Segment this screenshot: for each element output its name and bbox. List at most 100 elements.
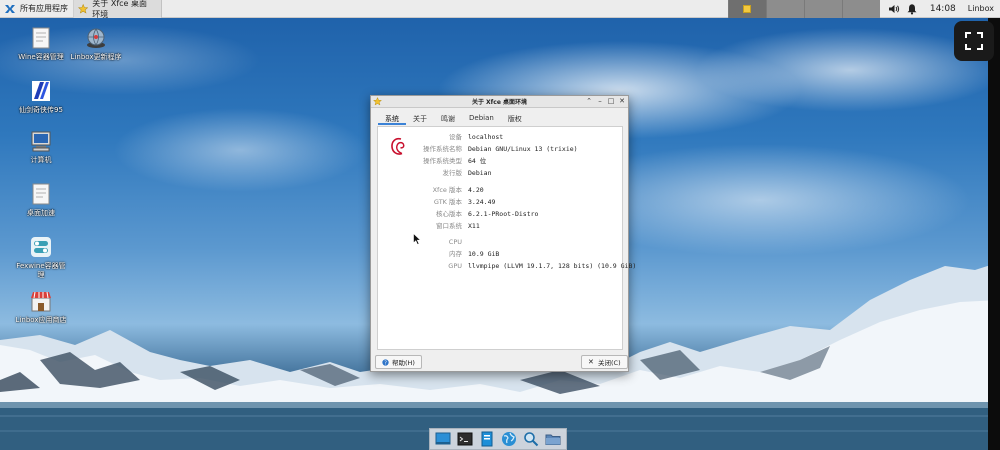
info-value: 3.24.49	[468, 198, 496, 206]
game-icon	[32, 81, 50, 101]
desktop-icon-wine-manager[interactable]: Wine容器管理	[13, 26, 69, 62]
tab-credits[interactable]: 鸣谢	[434, 112, 462, 125]
dialog-tabs: 系统 关于 鸣谢 Debian 版权	[378, 112, 529, 125]
dock-search[interactable]	[522, 430, 541, 448]
info-value: Debian GNU/Linux 13 (trixie)	[468, 145, 578, 153]
store-icon	[31, 291, 51, 312]
info-value: 64 位	[468, 157, 487, 165]
taskbar-window-title: 关于 Xfce 桌面环境	[92, 0, 147, 19]
desktop-icon	[435, 432, 451, 445]
applications-menu-button[interactable]: 所有应用程序	[0, 0, 74, 18]
computer-icon	[31, 131, 51, 152]
help-button[interactable]: ? 帮助(H)	[375, 355, 422, 369]
desktop-icon-label: Linbox应用商店	[15, 316, 67, 324]
dock-file-manager[interactable]	[477, 430, 496, 448]
close-x-icon: ✕	[588, 357, 594, 366]
info-value: localhost	[468, 133, 504, 141]
desktop-icon-label: Wine容器管理	[18, 53, 64, 61]
info-key: CPU	[448, 238, 462, 246]
tab-debian[interactable]: Debian	[462, 112, 501, 125]
workspace-2[interactable]	[765, 0, 804, 18]
dock-folder[interactable]	[544, 430, 563, 448]
tab-copyright[interactable]: 版权	[501, 112, 529, 125]
info-row-memory: 内存 10.9 GiB	[378, 249, 624, 259]
fullscreen-icon	[965, 32, 983, 50]
desktop-icon-label: Linbox更新程序	[70, 53, 122, 61]
info-row-os-type: 操作系统类型 64 位	[378, 156, 624, 166]
panel-clock[interactable]: 14:08	[930, 4, 956, 14]
desktop-icon-computer[interactable]: 计算机	[13, 129, 69, 165]
dialog-titlebar[interactable]: 关于 Xfce 桌面环境 ⌃ – □ ✕	[371, 96, 628, 108]
desktop-icon-linbox-updater[interactable]: Linbox更新程序	[68, 26, 124, 62]
dock-terminal[interactable]	[455, 430, 474, 448]
close-icon[interactable]: ✕	[618, 97, 626, 106]
info-row-window-system: 窗口系统 X11	[378, 221, 624, 231]
info-row-xfce-version: Xfce 版本 4.20	[378, 185, 624, 195]
taskbar-window-button[interactable]: 关于 Xfce 桌面环境	[74, 0, 162, 19]
info-key: 内存	[449, 250, 462, 258]
shade-up-icon[interactable]: ⌃	[585, 97, 593, 106]
info-value: 4.20	[468, 186, 484, 194]
dock-show-desktop[interactable]	[433, 430, 452, 448]
info-key: Xfce 版本	[432, 186, 462, 194]
desktop-icon-label: 计算机	[30, 156, 52, 164]
panel-user-name[interactable]: Linbox	[968, 4, 994, 13]
info-row-kernel-version: 核心版本 6.2.1-PRoot-Distro	[378, 209, 624, 219]
desktop-icon-app-store[interactable]: Linbox应用商店	[13, 289, 69, 325]
tab-system[interactable]: 系统	[378, 112, 406, 125]
desktop-icon-accelerate[interactable]: 桌面加速	[13, 182, 69, 218]
desktop-icon-label: Fexwine容器管理	[16, 262, 66, 279]
info-key: GTK 版本	[433, 198, 462, 206]
info-row-gtk-version: GTK 版本 3.24.49	[378, 197, 624, 207]
panel-spacer	[162, 0, 728, 18]
tab-about[interactable]: 关于	[406, 112, 434, 125]
workspace-4[interactable]	[841, 0, 880, 18]
terminal-icon	[457, 432, 473, 446]
desktop-icon-label: 桌面加速	[27, 209, 55, 217]
info-key: 窗口系统	[436, 222, 462, 230]
applications-menu-label: 所有应用程序	[20, 4, 68, 13]
browser-icon	[502, 432, 517, 446]
close-button[interactable]: ✕ 关闭(C)	[581, 355, 628, 369]
info-key: 操作系统名称	[423, 145, 462, 153]
maximize-icon[interactable]: □	[607, 97, 615, 106]
file-manager-icon	[481, 431, 493, 447]
document-icon	[32, 183, 50, 205]
xfce-logo-icon	[5, 4, 15, 13]
fullscreen-button[interactable]	[954, 21, 994, 61]
info-key: 操作系统类型	[423, 157, 462, 165]
workspace-switcher	[727, 0, 880, 18]
dock-browser[interactable]	[500, 430, 519, 448]
info-value: Debian	[468, 169, 492, 177]
workspace-window-thumb	[743, 4, 752, 13]
about-xfce-dialog: 关于 Xfce 桌面环境 ⌃ – □ ✕ 系统 关于 鸣谢 Debian 版权 …	[370, 95, 636, 372]
search-icon	[524, 432, 539, 447]
desktop-icon-game[interactable]: 仙剑奇侠传95	[13, 79, 69, 115]
help-icon: ?	[382, 358, 389, 366]
info-row-os-name: 操作系统名称 Debian GNU/Linux 13 (trixie)	[378, 144, 624, 154]
svg-text:?: ?	[384, 360, 387, 366]
desktop-icon-label: 仙剑奇侠传95	[19, 106, 63, 114]
notification-bell-icon[interactable]	[906, 3, 918, 15]
folder-icon	[545, 434, 561, 445]
workspace-1[interactable]	[727, 0, 766, 18]
mouse-pointer-icon	[413, 233, 421, 245]
info-row-device: 设备 localhost	[378, 132, 624, 142]
close-button-label: 关闭(C)	[598, 359, 621, 367]
workspace-3[interactable]	[803, 0, 842, 18]
window-controls: ⌃ – □ ✕	[585, 97, 626, 106]
globe-update-icon	[87, 28, 105, 48]
info-key: 核心版本	[436, 210, 462, 218]
toggle-app-icon	[31, 237, 51, 257]
star-app-icon	[78, 3, 89, 14]
document-icon	[32, 27, 50, 49]
volume-icon[interactable]	[888, 3, 900, 15]
system-tray: 14:08 Linbox	[880, 0, 1000, 18]
info-row-gpu: GPU llvmpipe (LLVM 19.1.7, 128 bits) (10…	[378, 261, 636, 271]
screen-border	[988, 18, 1000, 450]
minimize-icon[interactable]: –	[596, 97, 604, 106]
desktop-icon-fexwine[interactable]: Fexwine容器管理	[13, 235, 69, 280]
info-value: X11	[468, 222, 480, 230]
info-value: 6.2.1-PRoot-Distro	[468, 210, 539, 218]
info-value: 10.9 GiB	[468, 250, 500, 258]
